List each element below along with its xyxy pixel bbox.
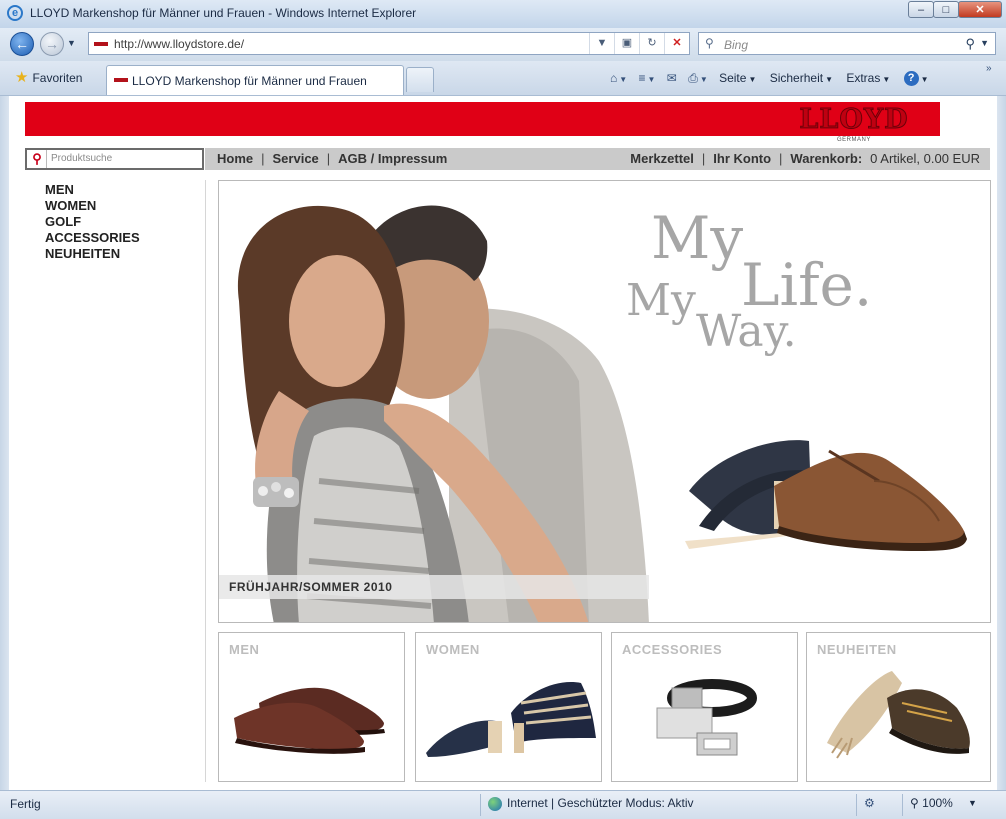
category-women[interactable]: WOMEN bbox=[45, 198, 140, 214]
hero-image bbox=[237, 205, 967, 622]
more-commands-icon[interactable]: » bbox=[986, 63, 992, 74]
product-search-input[interactable]: ⚲ Produktsuche bbox=[25, 148, 204, 170]
help-icon[interactable]: ? bbox=[903, 71, 919, 87]
brand-banner: LLOYD bbox=[25, 102, 940, 136]
address-dropdown-icon[interactable]: ▼ bbox=[589, 33, 614, 54]
safety-menu-label: Sicherheit bbox=[769, 71, 824, 85]
slogan-way: Way. bbox=[696, 306, 797, 357]
tile-neuheiten[interactable]: NEUHEITEN bbox=[806, 632, 991, 782]
tab-row: ★ Favoriten LLOYD Markenshop für Männer u… bbox=[0, 61, 1006, 96]
address-url: http://www.lloydstore.de/ bbox=[114, 37, 245, 51]
tile-men[interactable]: MEN bbox=[218, 632, 405, 782]
refresh-icon[interactable]: ↻ bbox=[639, 33, 664, 54]
left-frame bbox=[0, 96, 9, 790]
slogan-my-1: My bbox=[651, 204, 744, 272]
security-zone[interactable]: Internet | Geschützter Modus: Aktiv bbox=[488, 796, 694, 811]
page-menu-label: Seite bbox=[719, 71, 747, 85]
status-bar: Fertig Internet | Geschützter Modus: Akt… bbox=[0, 790, 1006, 819]
category-golf[interactable]: GOLF bbox=[45, 214, 140, 230]
feeds-icon[interactable]: ≡ ▼ bbox=[639, 67, 656, 91]
zoom-icon: ⚲ bbox=[910, 796, 919, 810]
home-icon[interactable]: ⌂ ▼ bbox=[610, 67, 627, 91]
logo-wordmark: LLOYD bbox=[799, 104, 909, 135]
back-button[interactable]: ← bbox=[10, 32, 34, 56]
column-divider bbox=[205, 180, 206, 782]
web-search-placeholder: Bing bbox=[724, 38, 749, 52]
web-search-input[interactable]: ⚲ Bing ⚲ ▼ bbox=[698, 32, 996, 55]
close-button[interactable]: ✕ bbox=[958, 1, 1002, 18]
new-tab-button[interactable] bbox=[406, 67, 434, 92]
compatibility-view-icon[interactable]: ▣ bbox=[614, 33, 639, 54]
mail-icon[interactable]: ✉ bbox=[667, 67, 677, 89]
favorites-button[interactable]: ★ Favoriten bbox=[9, 67, 88, 89]
search-icon[interactable]: ⚲ bbox=[965, 36, 975, 52]
logo-subtitle: GERMANY bbox=[837, 137, 871, 143]
globe-icon bbox=[488, 796, 502, 811]
command-bar: ⌂ ▼ ≡ ▼ ✉ ⎙ ▼ Seite ▼ Sicherheit ▼ Extras ▼ ? ▼ bbox=[610, 67, 929, 89]
men-shoes-image bbox=[234, 687, 385, 754]
search-options-icon[interactable]: ▼ bbox=[980, 38, 989, 48]
nav-warenkorb[interactable]: Warenkorb: bbox=[790, 151, 862, 166]
tab-favicon-icon bbox=[114, 78, 128, 82]
zoom-value: 100% bbox=[922, 796, 953, 810]
product-search-placeholder: Produktsuche bbox=[51, 153, 113, 164]
recent-pages-dropdown-icon[interactable]: ▼ bbox=[67, 38, 76, 48]
search-provider-icon: ⚲ bbox=[705, 36, 714, 50]
main-menu: Home | Service | AGB / Impressum Merkzettel |… bbox=[205, 148, 990, 170]
tools-menu-label: Extras bbox=[846, 71, 881, 85]
browser-window: e LLOYD Markenshop für Männer und Frauen… bbox=[0, 0, 1006, 819]
stop-icon[interactable]: ✕ bbox=[664, 33, 689, 54]
nav-agb-impressum[interactable]: AGB / Impressum bbox=[338, 151, 447, 166]
address-input[interactable]: http://www.lloydstore.de/ ▼ ▣ ↻ ✕ bbox=[88, 32, 690, 55]
minimize-button[interactable]: – bbox=[908, 1, 934, 18]
maximize-button[interactable]: □ bbox=[933, 1, 959, 18]
safety-menu[interactable]: Sicherheit ▼ bbox=[770, 67, 833, 91]
print-icon[interactable]: ⎙ ▼ bbox=[688, 67, 708, 91]
address-row: ← → ▼ http://www.lloydstore.de/ ▼ ▣ ↻ ✕ ⚲ B… bbox=[0, 28, 1006, 61]
security-zone-label: Internet | Geschützter Modus: Aktiv bbox=[507, 796, 694, 810]
nav-merkzettel[interactable]: Merkzettel bbox=[630, 151, 694, 166]
site-favicon-icon bbox=[94, 42, 108, 46]
page-viewport: LLOYD GERMANY ⚲ Produktsuche Home | Servic… bbox=[9, 96, 997, 790]
nav-service[interactable]: Service bbox=[273, 151, 319, 166]
category-men[interactable]: MEN bbox=[45, 182, 140, 198]
zoom-level[interactable]: ⚲ 100% bbox=[910, 796, 953, 810]
tile-women[interactable]: WOMEN bbox=[415, 632, 602, 782]
ie-logo-icon: e bbox=[7, 5, 23, 21]
tab-lloyd[interactable]: LLOYD Markenshop für Männer und Frauen bbox=[106, 65, 404, 95]
window-title: LLOYD Markenshop für Männer und Frauen -… bbox=[30, 6, 417, 20]
lloyd-logo[interactable]: LLOYD bbox=[791, 104, 917, 135]
tile-accessories[interactable]: ACCESSORIES bbox=[611, 632, 798, 782]
slogan-my-2: My bbox=[626, 275, 696, 326]
cart-summary[interactable]: 0 Artikel, 0.00 EUR bbox=[870, 151, 980, 166]
search-icon[interactable]: ⚲ bbox=[28, 150, 47, 168]
season-caption: FRÜHJAHR/SOMMER 2010 bbox=[229, 580, 393, 594]
star-icon: ★ bbox=[15, 69, 29, 86]
status-text: Fertig bbox=[10, 797, 41, 811]
zoom-dropdown-icon[interactable]: ▼ bbox=[968, 798, 977, 808]
forward-button[interactable]: → bbox=[40, 32, 64, 56]
belts-image bbox=[656, 679, 757, 756]
category-nav: MEN WOMEN GOLF ACCESSORIES NEUHEITEN bbox=[45, 182, 140, 262]
new-shoes-image bbox=[827, 671, 970, 759]
nav-ihr-konto[interactable]: Ihr Konto bbox=[713, 151, 771, 166]
nav-home[interactable]: Home bbox=[217, 151, 253, 166]
category-accessories[interactable]: ACCESSORIES bbox=[45, 230, 140, 246]
season-caption-bar: FRÜHJAHR/SOMMER 2010 bbox=[219, 575, 649, 599]
title-bar: e LLOYD Markenshop für Männer und Frauen… bbox=[0, 0, 1006, 29]
category-neuheiten[interactable]: NEUHEITEN bbox=[45, 246, 140, 262]
tab-label: LLOYD Markenshop für Männer und Frauen bbox=[132, 74, 367, 88]
protected-mode-icon[interactable]: ⚙ bbox=[864, 796, 875, 810]
women-sandals-image bbox=[426, 682, 596, 757]
favorites-label: Favoriten bbox=[32, 71, 83, 85]
hero-banner[interactable]: My My Life. Way. FRÜHJAHR/SOMMER 2010 bbox=[218, 180, 991, 623]
right-frame bbox=[997, 96, 1006, 790]
page-menu[interactable]: Seite ▼ bbox=[719, 67, 756, 91]
tools-menu[interactable]: Extras ▼ bbox=[846, 67, 890, 91]
